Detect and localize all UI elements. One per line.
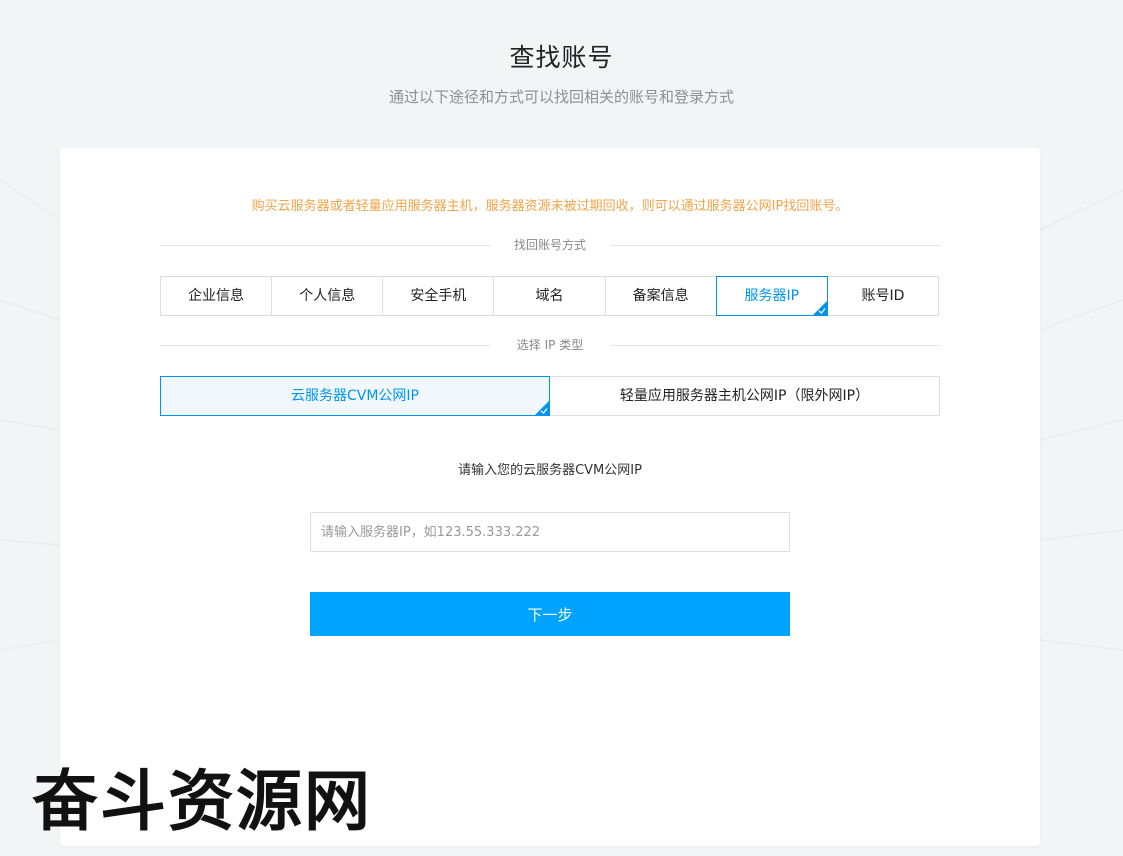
tab-company-info[interactable]: 企业信息 [161,277,273,315]
check-icon [812,301,827,315]
ip-type-label-text: 云服务器CVM公网IP [290,388,419,404]
notice-text: 购买云服务器或者轻量应用服务器主机，服务器资源未被过期回收，则可以通过服务器公网… [251,199,849,214]
method-tabs: 企业信息 个人信息 安全手机 域名 备案信息 服务器IP 账号ID [160,276,939,316]
server-ip-input[interactable] [310,512,790,552]
check-icon [535,401,549,415]
tab-label: 账号ID [861,288,905,304]
tab-personal-info[interactable]: 个人信息 [272,277,384,315]
tab-account-id[interactable]: 账号ID [828,277,938,315]
tab-security-phone[interactable]: 安全手机 [383,277,495,315]
tab-filing-info[interactable]: 备案信息 [606,277,717,315]
page-subtitle: 通过以下途径和方式可以找回相关的账号和登录方式 [388,88,734,106]
ip-type-label: 选择 IP 类型 [516,338,584,352]
find-account-card: 购买云服务器或者轻量应用服务器主机，服务器资源未被过期回收，则可以通过服务器公网… [60,148,1040,846]
tab-label: 企业信息 [188,288,245,304]
tab-label: 域名 [535,288,564,304]
page-title: 查找账号 [509,43,614,72]
ip-prompt: 请输入您的云服务器CVM公网IP [458,463,642,478]
tab-domain[interactable]: 域名 [494,277,606,315]
ip-type-label-text: 轻量应用服务器主机公网IP（限外网IP） [619,388,870,404]
tab-label: 备案信息 [632,288,689,304]
tab-label: 服务器IP [744,288,800,304]
ip-type-options: 云服务器CVM公网IP 轻量应用服务器主机公网IP（限外网IP） [160,376,940,416]
watermark-text: 奋斗资源网 [32,763,372,840]
ip-type-cvm[interactable]: 云服务器CVM公网IP [160,376,550,416]
method-divider: 找回账号方式 [160,237,940,253]
method-label: 找回账号方式 [513,238,586,252]
tab-server-ip[interactable]: 服务器IP [715,276,828,316]
tab-label: 个人信息 [299,288,356,304]
ip-type-lighthouse[interactable]: 轻量应用服务器主机公网IP（限外网IP） [550,377,939,415]
next-button[interactable]: 下一步 [310,592,790,636]
ip-type-divider: 选择 IP 类型 [160,337,940,353]
tab-label: 安全手机 [410,288,467,304]
